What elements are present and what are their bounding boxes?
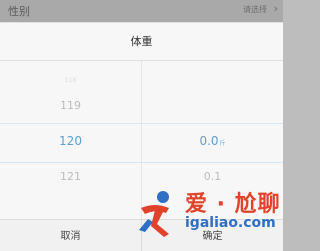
cancel-button[interactable]: 取消 bbox=[0, 220, 141, 251]
wheel-option-selected[interactable]: 0.0斤 bbox=[142, 134, 283, 148]
watermark-brand: 爱 · 尬聊 bbox=[185, 192, 281, 217]
chevron-right-icon: › bbox=[273, 2, 278, 15]
gender-label: 性别 bbox=[8, 5, 30, 18]
decimal-value: 0.0 bbox=[199, 134, 219, 148]
watermark-url: igaliao.com bbox=[185, 215, 276, 231]
unit-label: 斤 bbox=[219, 140, 226, 147]
gender-row[interactable]: 性别 请选择 › bbox=[0, 0, 283, 22]
dialog-title: 体重 bbox=[0, 23, 283, 61]
wheel-option[interactable]: 119 bbox=[0, 99, 141, 112]
watermark: 爱 · 尬聊 igaliao.com bbox=[133, 182, 283, 244]
running-figure-logo-icon bbox=[139, 191, 169, 237]
wheel-option-selected[interactable]: 120 bbox=[0, 134, 141, 148]
gender-value: 请选择 bbox=[243, 5, 267, 14]
weight-integer-wheel[interactable]: 118 119 120 121 bbox=[0, 61, 141, 219]
wheel-option[interactable]: 118 bbox=[0, 77, 141, 84]
wheel-option[interactable]: 121 bbox=[0, 170, 141, 183]
